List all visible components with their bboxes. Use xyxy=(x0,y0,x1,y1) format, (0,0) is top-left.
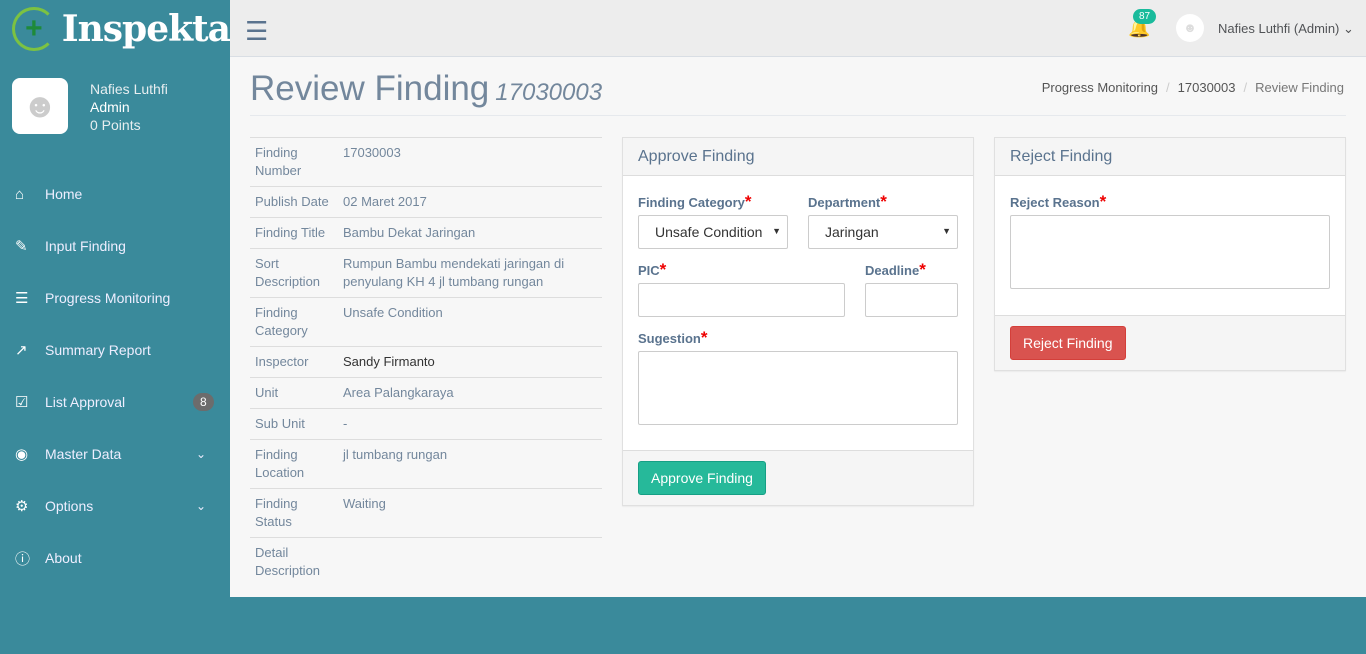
sidebar-item-options[interactable]: ⚙ Options ⌄ xyxy=(0,480,230,532)
sidebar-item-input-finding[interactable]: ✎ Input Finding xyxy=(0,220,230,272)
detail-key: Finding Location xyxy=(250,439,338,489)
breadcrumb: Progress Monitoring/17030003/Review Find… xyxy=(1041,80,1344,95)
chart-icon: ↗ xyxy=(15,342,28,359)
detail-value: 17030003 xyxy=(338,137,602,187)
list-icon: ☰ xyxy=(15,290,29,307)
detail-value: Sandy Firmanto xyxy=(338,346,602,378)
deadline-label: Deadline* xyxy=(865,260,926,279)
profile: ☻ Nafies Luthfi Admin 0 Points xyxy=(0,58,230,154)
profile-points: 0 Points xyxy=(90,117,141,133)
suggestion-textarea[interactable] xyxy=(638,351,958,425)
pic-label: PIC* xyxy=(638,260,667,279)
dashboard-icon: ◉ xyxy=(15,446,29,463)
detail-value: Rumpun Bambu mendekati jaringan di penyu… xyxy=(338,248,602,298)
breadcrumb-finding[interactable]: 17030003 xyxy=(1178,80,1236,95)
sidebar-item-about[interactable]: ⓘ About xyxy=(0,532,230,584)
detail-row: Detail Description xyxy=(250,537,602,586)
detail-key: Detail Description xyxy=(250,537,338,586)
detail-value: jl tumbang rungan xyxy=(338,439,602,489)
deadline-input[interactable] xyxy=(865,283,958,317)
sidebar-item-progress-monitoring[interactable]: ☰ Progress Monitoring xyxy=(0,272,230,324)
detail-value: - xyxy=(338,408,602,440)
department-select[interactable]: Jaringan ▼ xyxy=(808,215,958,249)
detail-row: Unit Area Palangkaraya xyxy=(250,377,602,409)
detail-value: Waiting xyxy=(338,488,602,538)
breadcrumb-current: Review Finding xyxy=(1255,80,1344,95)
detail-key: Unit xyxy=(250,377,338,409)
sidebar: + Inspekta ☻ Nafies Luthfi Admin 0 Points ⌂… xyxy=(0,0,231,654)
reject-panel: Reject Finding Reject Reason* Reject Fin… xyxy=(994,137,1346,371)
topbar: ☰ 🔔 87 ☻ Nafies Luthfi (Admin) ⌄ xyxy=(230,0,1366,57)
detail-key: Sub Unit xyxy=(250,408,338,440)
approve-finding-button[interactable]: Approve Finding xyxy=(638,461,766,495)
home-icon: ⌂ xyxy=(15,185,25,203)
avatar: ☻ xyxy=(12,78,68,134)
approve-panel-header: Approve Finding xyxy=(623,138,973,176)
detail-key: Inspector xyxy=(250,346,338,378)
sidebar-item-summary-report[interactable]: ↗ Summary Report xyxy=(0,324,230,376)
detail-row: Finding Title Bambu Dekat Jaringan xyxy=(250,217,602,249)
detail-row: Sort Description Rumpun Bambu mendekati j… xyxy=(250,248,602,298)
logo[interactable]: + Inspekta xyxy=(0,0,231,58)
detail-value: Area Palangkaraya xyxy=(338,377,602,409)
caret-down-icon: ▼ xyxy=(942,226,951,236)
detail-key: Finding Category xyxy=(250,297,338,347)
detail-row: Finding Status Waiting xyxy=(250,488,602,538)
detail-row: Finding Number 17030003 xyxy=(250,137,602,187)
chevron-down-icon: ⌄ xyxy=(196,499,207,513)
reject-finding-button[interactable]: Reject Finding xyxy=(1010,326,1126,360)
reject-panel-header: Reject Finding xyxy=(995,138,1345,176)
chevron-down-icon: ⌄ xyxy=(196,447,207,461)
sidebar-item-master-data[interactable]: ◉ Master Data ⌄ xyxy=(0,428,230,480)
detail-row: Finding Location jl tumbang rungan xyxy=(250,439,602,489)
sidebar-item-list-approval[interactable]: ☑ List Approval 8 xyxy=(0,376,230,428)
page-title: Review Finding 17030003 xyxy=(250,69,603,108)
detail-key: Publish Date xyxy=(250,186,338,218)
main-content: Review Finding 17030003 Progress Monitori… xyxy=(230,57,1366,597)
detail-row: Publish Date 02 Maret 2017 xyxy=(250,186,602,218)
edit-icon: ✎ xyxy=(15,238,28,255)
reject-reason-label: Reject Reason* xyxy=(1010,192,1107,211)
detail-key: Finding Title xyxy=(250,217,338,249)
profile-name: Nafies Luthfi xyxy=(90,81,168,97)
menu-toggle-icon[interactable]: ☰ xyxy=(245,16,268,47)
suggestion-label: Sugestion* xyxy=(638,328,708,347)
detail-value xyxy=(338,537,602,586)
reject-reason-textarea[interactable] xyxy=(1010,215,1330,289)
detail-row: Inspector Sandy Firmanto xyxy=(250,346,602,378)
breadcrumb-progress-monitoring[interactable]: Progress Monitoring xyxy=(1042,80,1158,95)
detail-value: Unsafe Condition xyxy=(338,297,602,347)
category-select[interactable]: Unsafe Condition ▼ xyxy=(638,215,788,249)
detail-key: Finding Number xyxy=(250,137,338,187)
detail-value: Bambu Dekat Jaringan xyxy=(338,217,602,249)
pic-input[interactable] xyxy=(638,283,845,317)
department-label: Department* xyxy=(808,192,887,211)
sidebar-item-home[interactable]: ⌂ Home xyxy=(0,168,230,220)
detail-row: Sub Unit - xyxy=(250,408,602,440)
approval-count-badge: 8 xyxy=(193,393,214,411)
detail-row: Finding Category Unsafe Condition xyxy=(250,297,602,347)
page-subtitle: 17030003 xyxy=(495,79,603,106)
user-avatar[interactable]: ☻ xyxy=(1176,14,1204,42)
finding-details-table: Finding Number 17030003 Publish Date 02 Mar… xyxy=(250,137,602,586)
category-label: Finding Category* xyxy=(638,192,752,211)
approve-panel: Approve Finding Finding Category* Depart… xyxy=(622,137,974,506)
user-menu[interactable]: Nafies Luthfi (Admin) ⌄ xyxy=(1218,21,1354,37)
detail-value: 02 Maret 2017 xyxy=(338,186,602,218)
caret-down-icon: ▼ xyxy=(772,226,781,236)
detail-key: Sort Description xyxy=(250,248,338,298)
logo-cross-icon: + xyxy=(12,7,56,51)
check-square-icon: ☑ xyxy=(15,394,29,411)
question-icon: ⓘ xyxy=(15,550,31,568)
gears-icon: ⚙ xyxy=(15,498,29,515)
chevron-down-icon: ⌄ xyxy=(1343,21,1354,36)
detail-key: Finding Status xyxy=(250,488,338,538)
profile-role: Admin xyxy=(90,99,130,115)
notification-badge: 87 xyxy=(1133,9,1157,24)
